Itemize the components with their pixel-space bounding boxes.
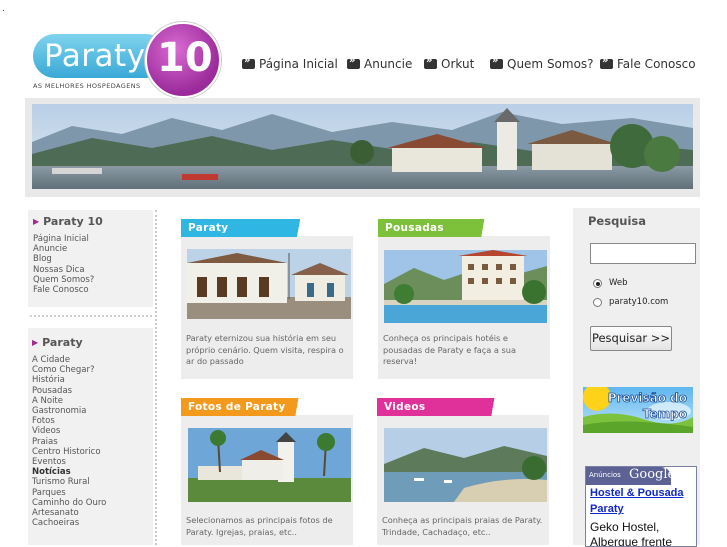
ad-text-line2: Albergue frente [590, 535, 673, 547]
sidebar-link-parques[interactable]: Parques [32, 488, 153, 498]
google-logo: Google [629, 467, 676, 482]
sidebar-link-como-chegar[interactable]: Como Chegar? [32, 365, 153, 375]
triangle-bullet-icon: ▶ [32, 338, 39, 347]
card-title[interactable]: Videos [377, 398, 512, 416]
double-arrow-icon [424, 55, 437, 69]
sidebar-section-paraty10: ▶ Paraty 10 Página Inicial Anuncie Blog N… [28, 210, 153, 307]
sidebar-divider [30, 315, 152, 317]
sidebar-link-videos[interactable]: Videos [32, 426, 153, 436]
card-videos[interactable]: Videos Conheça as principais praias de P… [377, 398, 549, 545]
sidebar-link-pousadas[interactable]: Pousadas [32, 386, 153, 396]
ad-link-line2[interactable]: Paraty [590, 503, 624, 515]
sidebar-link-a-noite[interactable]: A Noite [32, 396, 153, 406]
sidebar-link-historia[interactable]: História [32, 375, 153, 385]
sidebar-link-praias[interactable]: Praias [32, 437, 153, 447]
double-arrow-icon [490, 55, 503, 69]
nav-pagina-inicial[interactable]: Página Inicial [242, 55, 338, 71]
ad-text-line1: Geko Hostel, [590, 520, 660, 534]
card-fotos[interactable]: Fotos de Paraty Selecionamos as principa… [181, 398, 353, 545]
corner-dot: . [2, 4, 5, 14]
ad-link-line1[interactable]: Hostel & Pousada [590, 487, 684, 499]
logo-tagline: AS MELHORES HOSPEDAGENS [33, 82, 141, 90]
banner-image [32, 104, 693, 189]
nav-quem-somos[interactable]: Quem Somos? [490, 55, 594, 71]
card-photo[interactable] [384, 250, 547, 323]
sidebar-heading-text: Paraty [42, 336, 83, 349]
sidebar-heading: ▶ Paraty [32, 336, 153, 349]
card-title[interactable]: Fotos de Paraty [181, 398, 316, 416]
double-arrow-icon [600, 55, 613, 69]
sidebar-link-centro-historico[interactable]: Centro Historico [32, 447, 153, 457]
logo-word: Paraty [44, 38, 146, 74]
search-input[interactable] [590, 243, 696, 264]
sidebar-link-pagina-inicial[interactable]: Página Inicial [33, 234, 153, 244]
double-arrow-icon [347, 55, 360, 69]
card-photo[interactable] [187, 249, 351, 319]
nav-label: Página Inicial [259, 57, 338, 71]
radio-web[interactable] [593, 279, 602, 288]
sidebar-section-paraty: ▶ Paraty A Cidade Como Chegar? História P… [28, 328, 153, 545]
sidebar-link-turismo-rural[interactable]: Turismo Rural [32, 477, 153, 487]
card-photo[interactable] [384, 428, 547, 502]
weather-line2: Tempo [643, 407, 687, 421]
radio-web-label[interactable]: Web [609, 278, 628, 288]
card-title[interactable]: Pousadas [378, 219, 500, 237]
sidebar-link-blog[interactable]: Blog [33, 254, 153, 264]
card-pousadas[interactable]: Pousadas Conheça os principais hotéis e … [378, 219, 550, 379]
sidebar-link-anuncie[interactable]: Anuncie [33, 244, 153, 254]
sidebar-link-nossas-dica[interactable]: Nossas Dica [33, 265, 153, 275]
nav-label: Orkut [441, 57, 475, 71]
sidebar-link-fale-conosco[interactable]: Fale Conosco [33, 285, 153, 295]
sidebar-link-noticias[interactable]: Notícias [32, 467, 153, 477]
sidebar-link-quem-somos[interactable]: Quem Somos? [33, 275, 153, 285]
weather-forecast-banner[interactable]: Previsão do Tempo [583, 387, 693, 433]
sidebar-link-eventos[interactable]: Eventos [32, 457, 153, 467]
radio-site-label[interactable]: paraty10.com [609, 297, 668, 307]
nav-fale-conosco[interactable]: Fale Conosco [600, 55, 696, 71]
logo-number: 10 [157, 35, 213, 81]
triangle-bullet-icon: ▶ [33, 217, 40, 226]
nav-label: Anuncie [364, 57, 413, 71]
google-ads-box: Anúncios Google Hostel & Pousada Paraty … [585, 466, 697, 547]
card-text: Paraty eternizou sua história em seu pró… [186, 333, 344, 366]
radio-site[interactable] [593, 298, 602, 307]
sidebar-link-caminho-do-ouro[interactable]: Caminho do Ouro [32, 498, 153, 508]
column-divider [155, 210, 157, 545]
sidebar-link-fotos[interactable]: Fotos [32, 416, 153, 426]
nav-orkut[interactable]: Orkut [424, 55, 475, 71]
sidebar-heading: ▶ Paraty 10 [33, 215, 153, 228]
sidebar-link-cachoeiras[interactable]: Cachoeiras [32, 518, 153, 528]
sidebar-link-a-cidade[interactable]: A Cidade [32, 355, 153, 365]
site-logo[interactable]: Paraty 10 AS MELHORES HOSPEDAGENS [30, 22, 221, 102]
nav-label: Fale Conosco [617, 57, 696, 71]
search-button[interactable]: Pesquisar >> [590, 326, 672, 351]
sidebar-heading-text: Paraty 10 [43, 215, 103, 228]
double-arrow-icon [242, 55, 255, 69]
card-paraty[interactable]: Paraty Paraty eternizou sua história em … [181, 219, 353, 379]
sidebar-link-gastronomia[interactable]: Gastronomia [32, 406, 153, 416]
weather-line1: Previsão do [608, 391, 687, 405]
sidebar-link-artesanato[interactable]: Artesanato [32, 508, 153, 518]
ads-label[interactable]: Anúncios [589, 471, 621, 479]
card-title[interactable]: Paraty [181, 219, 318, 237]
card-text: Conheça as principais praias de Paraty. … [382, 515, 543, 537]
card-text: Selecionamos as principais fotos de Para… [186, 515, 333, 537]
card-text: Conheça os principais hotéis e pousadas … [383, 333, 516, 366]
card-photo[interactable] [188, 428, 351, 502]
nav-anuncie[interactable]: Anuncie [347, 55, 413, 71]
search-label: Pesquisa [588, 214, 647, 228]
nav-label: Quem Somos? [507, 57, 594, 71]
